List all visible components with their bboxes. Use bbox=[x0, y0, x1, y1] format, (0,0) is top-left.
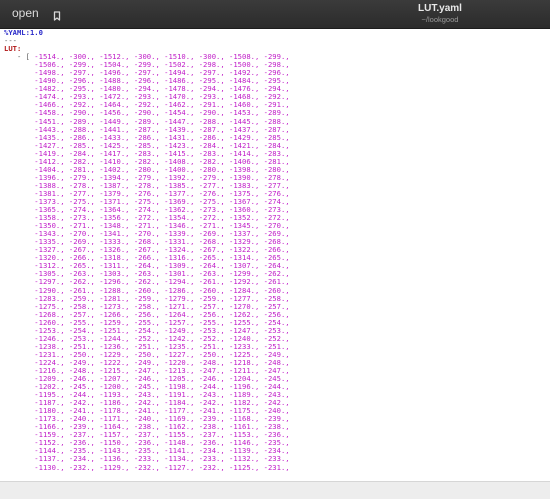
header-bar: open LUT.yaml ~/lookgood bbox=[0, 0, 550, 29]
window-title: LUT.yaml bbox=[418, 3, 462, 14]
window-title-group: LUT.yaml ~/lookgood bbox=[350, 3, 530, 24]
open-button[interactable]: open bbox=[12, 6, 39, 20]
window-subtitle: ~/lookgood bbox=[421, 15, 459, 24]
lut-row: -1130., -232., -1129., -232., -1127., -2… bbox=[34, 462, 290, 472]
lut-values: -1514., -300., -1512., -300., -1510., -3… bbox=[4, 52, 290, 472]
yaml-code: %YAML:1.0 --- LUT: - [ -1514., -300., -1… bbox=[4, 29, 290, 472]
status-bar bbox=[0, 481, 550, 499]
save-icon[interactable] bbox=[52, 8, 62, 21]
text-editor[interactable]: %YAML:1.0 --- LUT: - [ -1514., -300., -1… bbox=[0, 29, 550, 481]
